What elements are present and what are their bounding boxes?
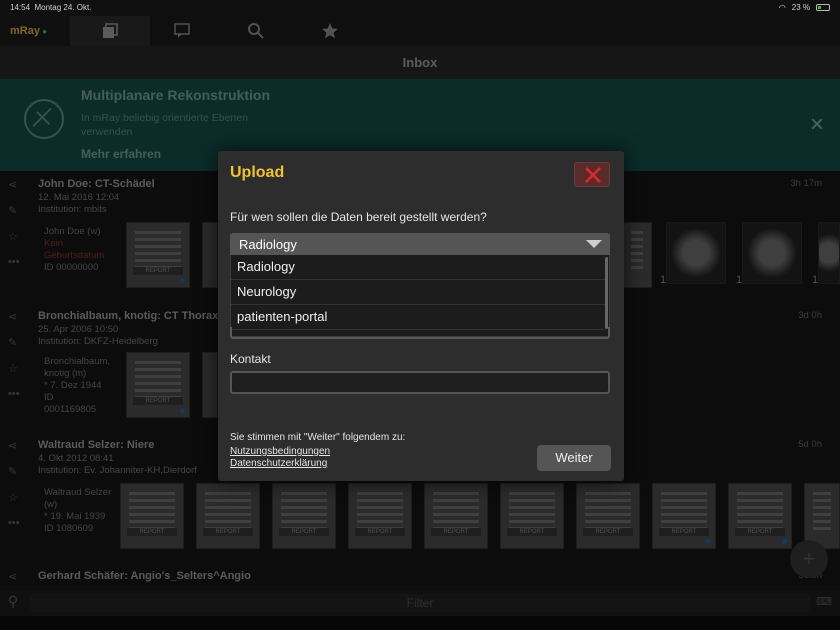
dropdown-option[interactable]: Neurology xyxy=(231,280,605,305)
wifi-icon: ◠ xyxy=(778,3,786,12)
status-right: ◠ 23 % xyxy=(779,3,830,12)
contact-label: Kontakt xyxy=(230,352,271,366)
status-date: Montag 24. Okt. xyxy=(34,3,92,12)
terms-link[interactable]: Nutzungsbedingungen xyxy=(230,446,330,457)
recipient-dropdown: Radiology Neurology patienten-portal xyxy=(230,255,610,337)
dialog-close-button[interactable] xyxy=(574,162,610,187)
status-time-date: 14:54 Montag 24. Okt. xyxy=(10,3,91,12)
status-bar: 14:54 Montag 24. Okt. ◠ 23 % xyxy=(0,0,840,16)
status-time: 14:54 xyxy=(10,3,31,12)
contact-input[interactable] xyxy=(230,371,610,394)
continue-button[interactable]: Weiter xyxy=(537,445,611,471)
recipient-question: Für wen sollen die Daten bereit gestellt… xyxy=(230,210,487,224)
close-icon xyxy=(585,167,601,183)
agree-text: Sie stimmen mit "Weiter" folgendem zu: xyxy=(230,432,406,443)
dropdown-option[interactable]: Radiology xyxy=(231,255,605,280)
select-field-edge xyxy=(230,327,610,339)
dropdown-scrollbar[interactable] xyxy=(605,257,608,329)
recipient-select[interactable]: Radiology xyxy=(230,233,610,255)
battery-percent: 23 % xyxy=(791,3,810,12)
battery-icon xyxy=(816,4,830,11)
chevron-down-icon xyxy=(586,240,602,248)
dialog-title: Upload xyxy=(230,164,285,181)
privacy-link[interactable]: Datenschutzerklärung xyxy=(230,458,327,469)
upload-dialog: Upload Für wen sollen die Daten bereit g… xyxy=(218,151,624,481)
recipient-selected: Radiology xyxy=(239,237,297,252)
